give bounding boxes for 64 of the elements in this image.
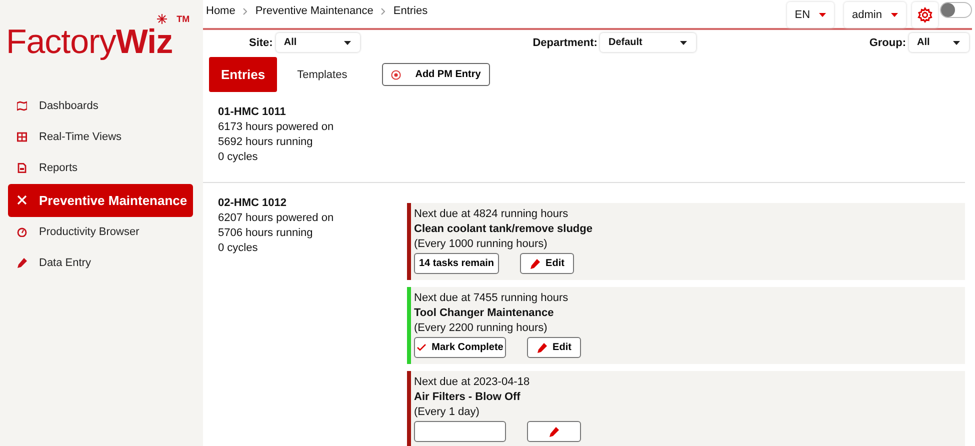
interval-text: (Every 2200 running hours): [414, 322, 548, 334]
mark-complete-button[interactable]: [414, 421, 506, 442]
machine-stat: 0 cycles: [218, 242, 259, 255]
chevron-icon: [243, 8, 248, 14]
file-icon: [17, 163, 27, 174]
tools-icon: [17, 195, 27, 206]
caret-icon: [344, 40, 351, 44]
nav-item[interactable]: Productivity Browser: [8, 216, 193, 248]
pencil-icon: [530, 258, 540, 268]
nav-item[interactable]: Reports: [8, 152, 193, 184]
breadcrumb-link[interactable]: Home: [206, 5, 236, 17]
edit-button[interactable]: Edit: [527, 337, 581, 358]
add-icon: [391, 70, 402, 80]
nav-item[interactable]: Preventive Maintenance: [8, 184, 193, 217]
machine-name: 01-HMC 1011: [218, 106, 287, 119]
chevron-icon: [381, 8, 386, 14]
pencil-icon: [536, 342, 547, 352]
caret-icon: [953, 40, 960, 44]
machine-stat: 5706 hours running: [218, 227, 314, 240]
pencil-icon: [549, 426, 559, 436]
task-title: Tool Changer Maintenance: [414, 307, 555, 319]
due-text: Next due at 2023-04-18: [414, 376, 531, 388]
caret-icon: [680, 40, 688, 44]
logo: FactoryWiz: [6, 14, 173, 63]
interval-text: (Every 1000 running hours): [414, 238, 548, 250]
machine-stat: 0 cycles: [218, 151, 259, 164]
nav-item[interactable]: Real-Time Views: [8, 122, 193, 153]
language-dropdown[interactable]: EN: [786, 2, 834, 28]
mark-complete-button[interactable]: Mark Complete: [414, 337, 506, 358]
task-title: Clean coolant tank/remove sludge: [414, 223, 594, 235]
pencil-icon: [17, 258, 27, 268]
tab[interactable]: Templates: [285, 57, 360, 92]
grid-icon: [17, 132, 27, 142]
check-icon: [416, 344, 426, 351]
trademark-mark: TM: [176, 14, 190, 24]
nav-item[interactable]: Dashboards: [8, 90, 193, 122]
filter-label: Group:: [869, 36, 906, 48]
filter-select[interactable]: Default: [600, 33, 696, 52]
breadcrumb-link[interactable]: Preventive Maintenance: [255, 5, 374, 17]
due-text: Next due at 4824 running hours: [414, 208, 570, 220]
caret-icon: [819, 13, 826, 17]
filter-select[interactable]: All: [909, 33, 969, 52]
toggle-switch[interactable]: [940, 2, 972, 18]
map-icon: [17, 101, 27, 112]
machine-stat: 6173 hours powered on: [218, 121, 335, 134]
machine-stat: 5692 hours running: [218, 136, 314, 149]
edit-button[interactable]: [527, 421, 581, 442]
caret-icon: [891, 13, 898, 17]
user-dropdown[interactable]: admin: [844, 2, 906, 28]
machine-stat: 6207 hours powered on: [218, 212, 335, 225]
interval-text: (Every 1 day): [414, 406, 480, 418]
add-entry-button[interactable]: Add PM Entry: [382, 63, 490, 86]
filter-select[interactable]: All: [276, 33, 360, 52]
gauge-icon: [17, 227, 27, 238]
tasks-remaining-button[interactable]: 14 tasks remain: [414, 253, 499, 274]
nav-item[interactable]: Data Entry: [8, 248, 193, 279]
filter-label: Department:: [532, 36, 598, 48]
due-text: Next due at 7455 running hours: [414, 292, 570, 304]
settings-icon: [917, 7, 933, 23]
task-title: Air Filters - Blow Off: [414, 391, 522, 403]
edit-button[interactable]: Edit: [520, 253, 574, 274]
machine-name: 02-HMC 1012: [218, 197, 288, 210]
filter-label: Site:: [249, 36, 273, 48]
tab[interactable]: Entries: [209, 57, 278, 92]
